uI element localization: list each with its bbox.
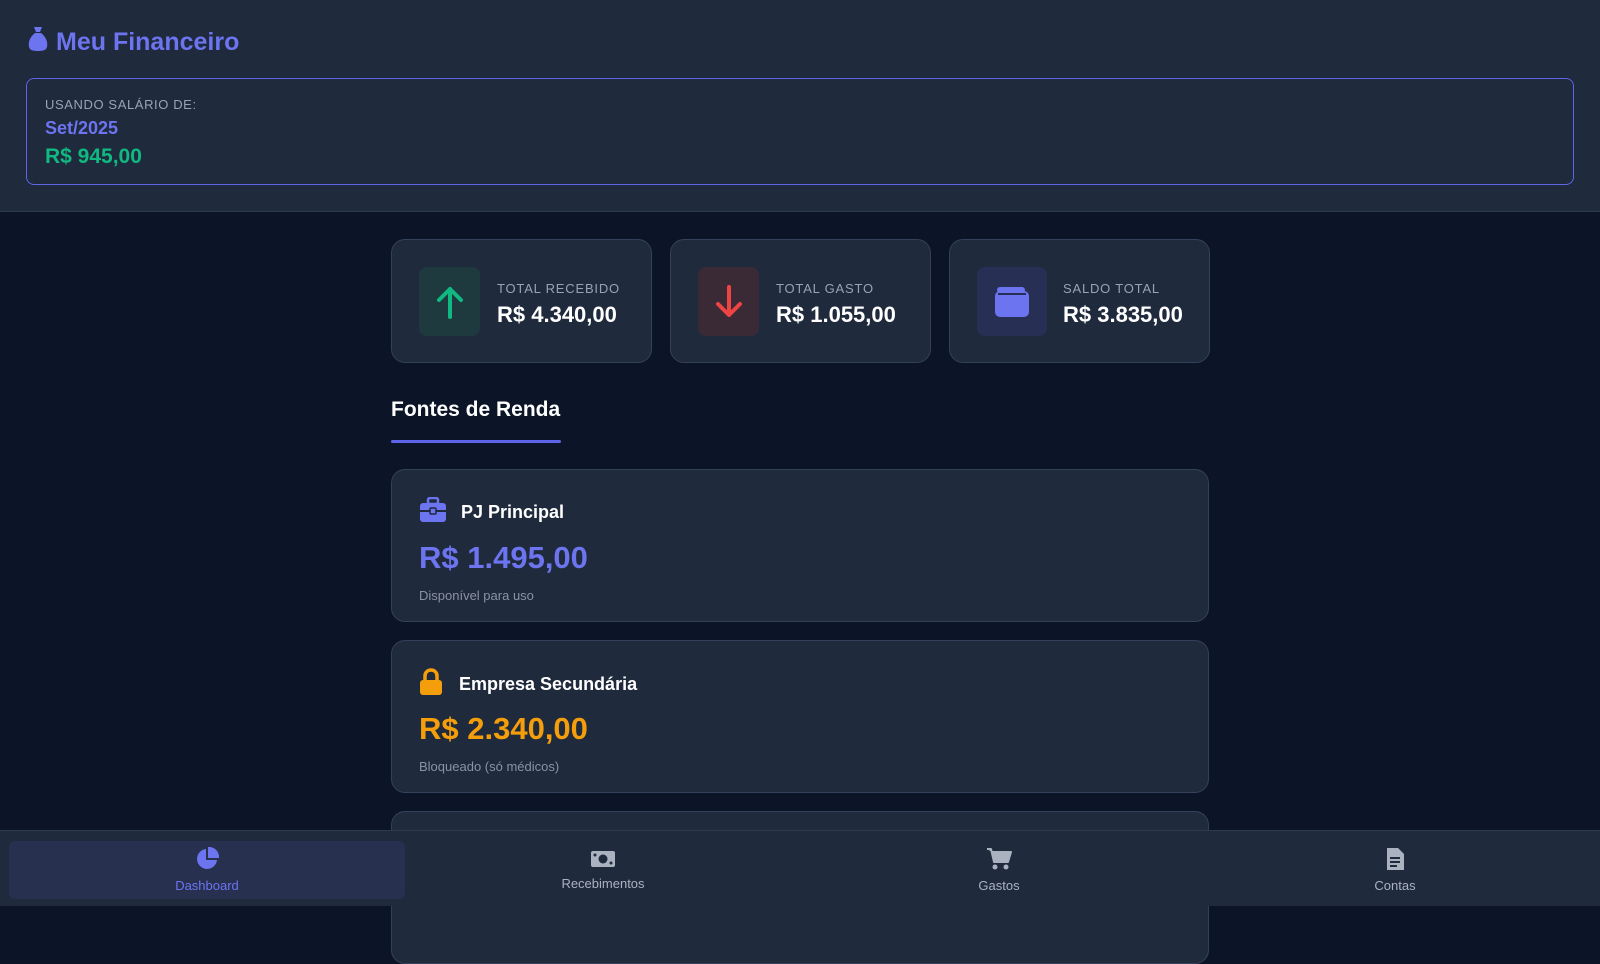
income-source-card[interactable]: PJ Principal R$ 1.495,00 Disponível para… — [391, 469, 1209, 622]
money-bag-icon — [28, 26, 48, 59]
source-note: Bloqueado (só médicos) — [419, 759, 560, 774]
pie-chart-icon — [195, 846, 220, 874]
briefcase-icon — [419, 496, 447, 528]
stat-label: SALDO TOTAL — [1063, 281, 1160, 296]
source-name: Empresa Secundária — [459, 674, 638, 694]
income-source-card[interactable]: Empresa Secundária R$ 2.340,00 Bloqueado… — [391, 640, 1209, 793]
source-value: R$ 1.495,00 — [419, 540, 588, 575]
app-title: Meu Financeiro — [28, 26, 239, 59]
wallet-icon — [977, 267, 1047, 336]
nav-label: Dashboard — [175, 878, 239, 893]
salary-month: Set/2025 — [45, 118, 119, 138]
stat-card-total-spent: TOTAL GASTO R$ 1.055,00 — [670, 239, 931, 363]
source-value: R$ 2.340,00 — [419, 711, 588, 746]
stat-card-total-balance: SALDO TOTAL R$ 3.835,00 — [949, 239, 1210, 363]
nav-item-contas[interactable]: Contas — [1197, 841, 1593, 899]
document-icon — [1385, 847, 1405, 874]
nav-item-dashboard[interactable]: Dashboard — [9, 841, 405, 899]
app-title-text: Meu Financeiro — [56, 28, 240, 56]
lock-icon — [419, 668, 443, 701]
stat-label: TOTAL RECEBIDO — [497, 281, 620, 296]
money-bill-icon — [590, 849, 616, 872]
bottom-nav: Dashboard Recebimentos Gastos Contas — [0, 830, 1600, 906]
nav-label: Gastos — [978, 878, 1020, 893]
app-header: Meu Financeiro USANDO SALÁRIO DE: Set/20… — [0, 0, 1600, 212]
nav-label: Contas — [1374, 878, 1416, 893]
source-note: Disponível para uso — [419, 588, 534, 603]
source-name: PJ Principal — [461, 502, 565, 522]
salary-value: R$ 945,00 — [45, 145, 142, 168]
stat-value: R$ 4.340,00 — [497, 302, 617, 327]
salary-selector[interactable]: USANDO SALÁRIO DE: Set/2025 R$ 945,00 — [26, 78, 1574, 185]
cart-icon — [986, 847, 1012, 874]
salary-label: USANDO SALÁRIO DE: — [45, 97, 197, 112]
arrow-up-icon — [419, 267, 480, 336]
arrow-down-icon — [698, 267, 759, 336]
stat-value: R$ 1.055,00 — [776, 302, 896, 327]
section-underline — [391, 440, 561, 443]
nav-item-gastos[interactable]: Gastos — [801, 841, 1197, 899]
section-title: Fontes de Renda — [391, 398, 561, 421]
stat-label: TOTAL GASTO — [776, 281, 874, 296]
nav-label: Recebimentos — [561, 876, 645, 891]
stat-card-total-received: TOTAL RECEBIDO R$ 4.340,00 — [391, 239, 652, 363]
stat-value: R$ 3.835,00 — [1063, 302, 1183, 327]
nav-item-recebimentos[interactable]: Recebimentos — [405, 841, 801, 899]
